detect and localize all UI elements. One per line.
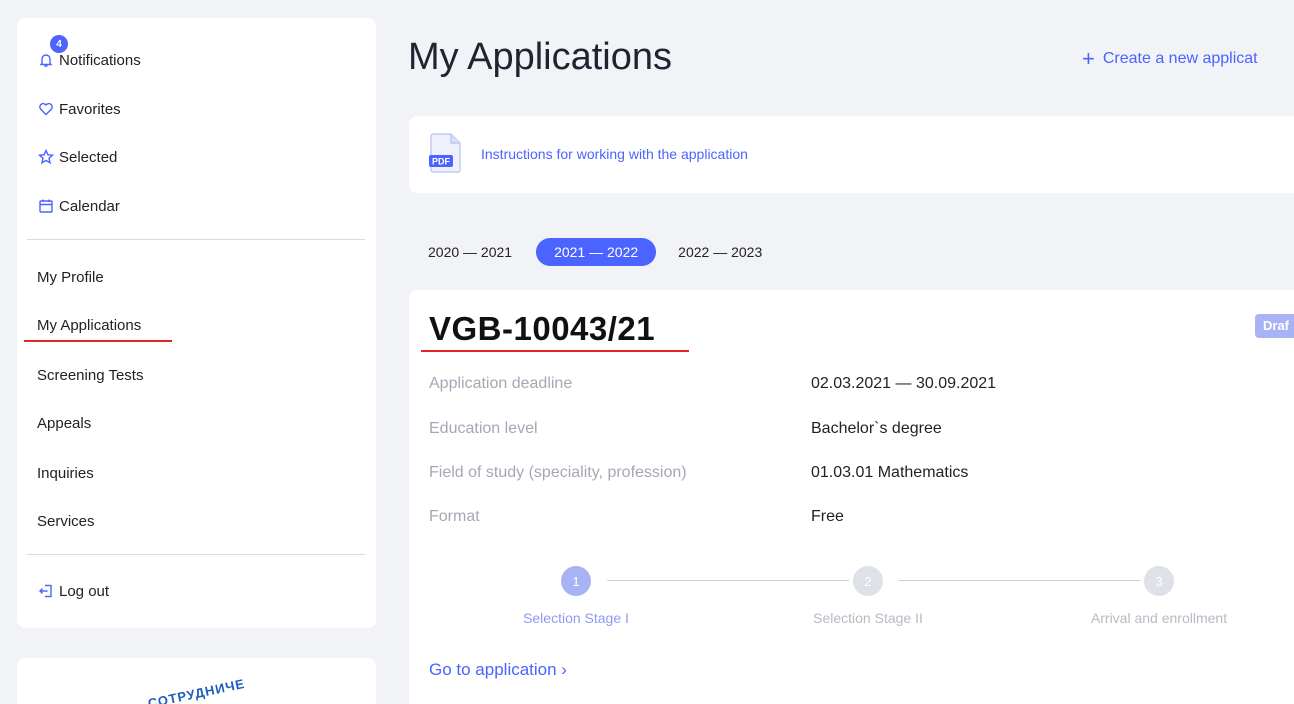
sidebar-item-label: Selected (59, 148, 118, 166)
sidebar-item-label: Appeals (37, 414, 92, 432)
sidebar-item-services[interactable]: Services (37, 509, 95, 533)
sidebar-divider (27, 554, 365, 555)
sidebar-item-my-applications[interactable]: My Applications (37, 313, 141, 337)
sidebar-item-screening-tests[interactable]: Screening Tests (37, 363, 143, 387)
sidebar-item-label: Screening Tests (37, 366, 144, 384)
partner-logo-card: СОТРУДНИЧЕ (17, 658, 376, 704)
seal-logo: СОТРУДНИЧЕ (146, 675, 247, 704)
sidebar-item-notifications[interactable]: Notifications (37, 48, 141, 72)
sidebar-item-label: Inquiries (37, 464, 94, 482)
step-1-indicator: 1 (561, 566, 591, 596)
field-label: Application deadline (429, 375, 573, 392)
field-label: Field of study (speciality, profession) (429, 464, 687, 481)
annotation-underline (421, 350, 689, 352)
logout-label: Log out (59, 582, 110, 600)
field-value: Bachelor`s degree (811, 420, 942, 437)
sidebar-item-label: Calendar (59, 197, 120, 215)
sidebar-item-label: Services (37, 512, 95, 530)
field-label: Format (429, 508, 480, 525)
sidebar-item-my-profile[interactable]: My Profile (37, 265, 104, 289)
field-value: 02.03.2021 — 30.09.2021 (811, 375, 997, 392)
field-label: Education level (429, 420, 538, 437)
stepper-line (607, 580, 849, 581)
heart-icon (37, 100, 55, 118)
application-id: VGB-10043/21 (429, 310, 656, 347)
sidebar-item-selected[interactable]: Selected (37, 145, 117, 169)
sidebar-item-calendar[interactable]: Calendar (37, 194, 120, 218)
create-application-link[interactable]: + Create a new applicat (1082, 46, 1258, 71)
step-1-label: Selection Stage I (523, 610, 629, 626)
application-card: VGB-10043/21 Draf Application deadline 0… (409, 290, 1294, 704)
bell-icon (37, 51, 55, 69)
logout-button[interactable]: Log out (37, 579, 109, 603)
logout-icon (37, 582, 55, 600)
pdf-icon: PDF (429, 133, 461, 173)
year-tabs: 2020 — 2021 2021 — 2022 2022 — 2023 (409, 236, 780, 268)
pdf-label: PDF (432, 157, 451, 167)
sidebar: Notifications 4 Favorites Selected Calen… (17, 18, 376, 628)
sidebar-divider (27, 239, 365, 240)
instructions-card: PDF Instructions for working with the ap… (409, 116, 1294, 193)
create-application-label: Create a new applicat (1102, 50, 1258, 67)
go-to-application-link[interactable]: Go to application › (429, 660, 567, 680)
sidebar-item-appeals[interactable]: Appeals (37, 411, 91, 435)
star-icon (37, 148, 55, 166)
tab-year-2021-2022[interactable]: 2021 — 2022 (536, 238, 657, 266)
field-value: Free (811, 508, 844, 525)
calendar-icon (37, 197, 55, 215)
sidebar-item-label: My Applications (37, 316, 142, 334)
step-2-indicator: 2 (853, 566, 883, 596)
tab-year-2022-2023[interactable]: 2022 — 2023 (660, 238, 780, 266)
plus-icon: + (1082, 46, 1095, 71)
step-3-indicator: 3 (1144, 566, 1174, 596)
sidebar-item-favorites[interactable]: Favorites (37, 97, 121, 121)
page-title: My Applications (408, 36, 673, 78)
sidebar-item-inquiries[interactable]: Inquiries (37, 461, 94, 485)
field-value: 01.03.01 Mathematics (811, 464, 969, 481)
instructions-link[interactable]: Instructions for working with the applic… (481, 146, 748, 162)
step-2-label: Selection Stage II (813, 610, 923, 626)
sidebar-item-label: My Profile (37, 268, 104, 286)
sidebar-item-label: Favorites (59, 100, 121, 118)
sidebar-item-label: Notifications (59, 51, 141, 69)
stepper-line (898, 580, 1140, 581)
step-3-label: Arrival and enrollment (1090, 610, 1228, 626)
status-badge: Draf (1255, 314, 1294, 338)
tab-year-2020-2021[interactable]: 2020 — 2021 (409, 238, 530, 266)
annotation-underline (24, 340, 172, 342)
notification-count-badge: 4 (50, 35, 68, 53)
